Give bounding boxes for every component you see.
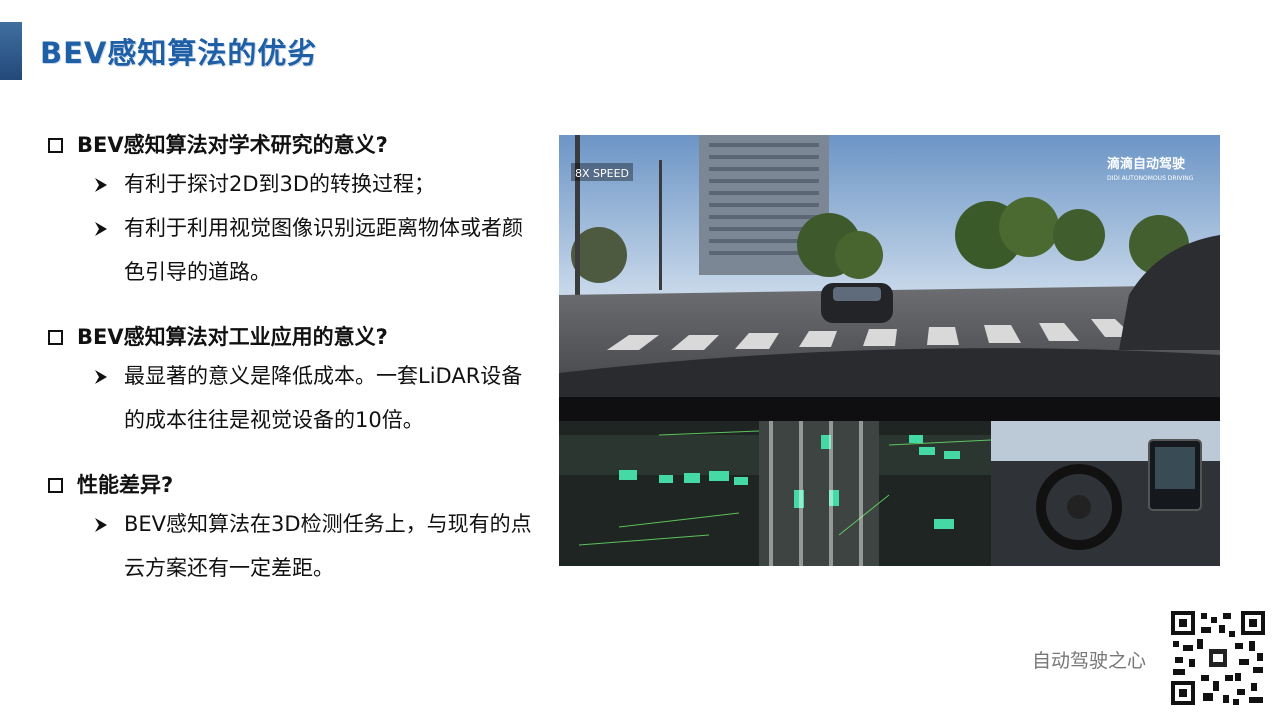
question-text: 性能差异? [77,473,174,497]
checkbox-square-icon [48,477,63,493]
bullet-item: 最显著的意义是降低成本。一套LiDAR设备的成本往往是视觉设备的10倍。 [94,354,548,442]
brand-label: 滴滴自动驾驶 [1107,156,1185,172]
bullet-item: 有利于利用视觉图像识别远距离物体或者颜色引导的道路。 [94,206,548,294]
question-text: BEV感知算法对学术研究的意义? [77,133,388,157]
section-academic: BEV感知算法对学术研究的意义? 有利于探讨2D到3D的转换过程； 有利于利用视… [48,126,548,294]
bullet-text: 最显著的意义是降低成本。一套LiDAR设备的成本往往是视觉设备的10倍。 [124,364,523,432]
bullet-text: BEV感知算法在3D检测任务上，与现有的点云方案还有一定差距。 [124,512,532,580]
section-industry: BEV感知算法对工业应用的意义? 最显著的意义是降低成本。一套LiDAR设备的成… [48,318,548,442]
bullet-text: 有利于探讨2D到3D的转换过程； [124,172,436,196]
title-accent-bar [0,22,22,80]
checkbox-square-icon [48,137,63,153]
arrow-bullet-icon [94,162,124,206]
question-row: BEV感知算法对学术研究的意义? [48,126,548,162]
section-performance: 性能差异? BEV感知算法在3D检测任务上，与现有的点云方案还有一定差距。 [48,466,548,590]
checkbox-square-icon [48,329,63,345]
watermark-text: 自动驾驶之心 [1032,650,1147,672]
page-title: BEV感知算法的优劣 [40,36,318,70]
bullet-content: BEV感知算法对学术研究的意义? 有利于探讨2D到3D的转换过程； 有利于利用视… [48,126,548,614]
speed-label: 8X SPEED [575,167,629,180]
bullet-text: 有利于利用视觉图像识别远距离物体或者颜色引导的道路。 [124,216,523,284]
question-row: BEV感知算法对工业应用的意义? [48,318,548,354]
arrow-bullet-icon [94,354,124,442]
qr-code-icon [1169,609,1267,711]
bullet-item: 有利于探讨2D到3D的转换过程； [94,162,548,206]
question-row: 性能差异? [48,466,548,502]
question-text: BEV感知算法对工业应用的意义? [77,325,388,349]
arrow-bullet-icon [94,206,124,294]
arrow-bullet-icon [94,502,124,590]
bullet-item: BEV感知算法在3D检测任务上，与现有的点云方案还有一定差距。 [94,502,548,590]
brand-sub-label: DIDI AUTONOMOUS DRIVING [1107,175,1194,182]
driving-scene-image: 8X SPEED 滴滴自动驾驶 DIDI AUTONOMOUS DRIVING [559,135,1220,566]
